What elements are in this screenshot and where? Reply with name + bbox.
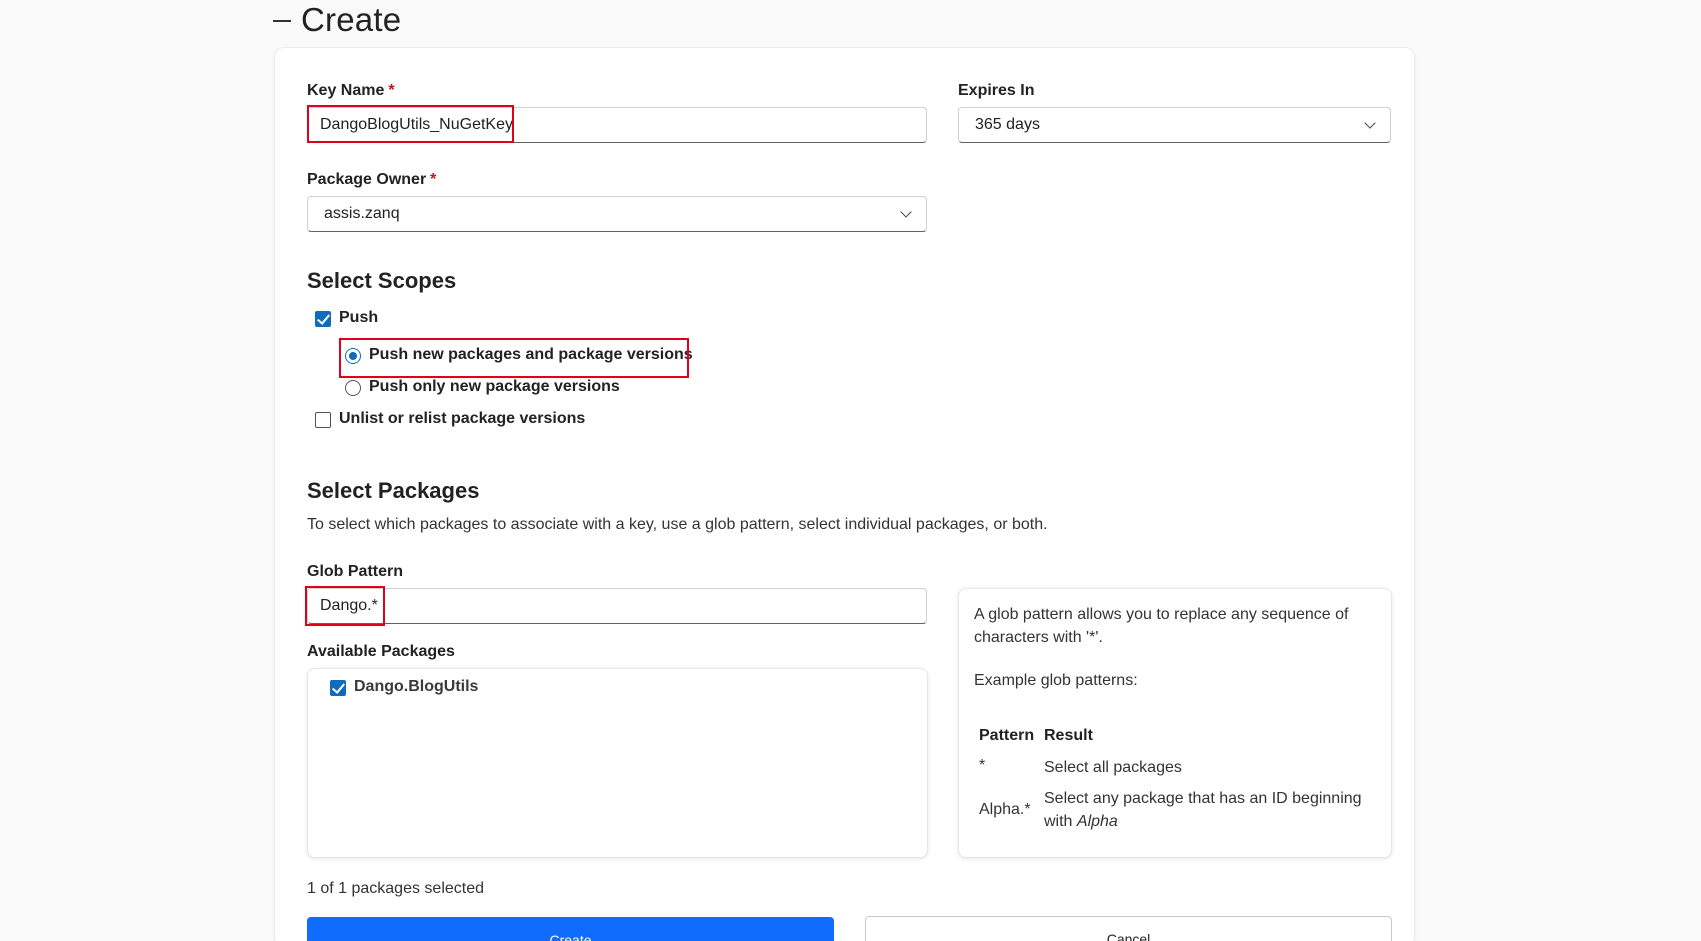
package-checkbox[interactable] [330,680,346,696]
pattern-cell: Alpha.* [979,801,1031,818]
package-item-label: Dango.BlogUtils [354,678,479,695]
glob-pattern-label: Glob Pattern [307,563,404,580]
pattern-column-header: Pattern [979,727,1035,744]
glob-help-panel: A glob pattern allows you to replace any… [958,588,1392,858]
available-packages-list[interactable]: Dango.BlogUtils [307,668,928,858]
package-owner-select[interactable]: assis.zanq [307,196,927,232]
push-only-versions-radio[interactable] [345,380,361,396]
glob-pattern-value: Dango.* [320,597,378,614]
glob-pattern-input[interactable]: Dango.* [307,588,927,624]
glob-help-intro: A glob pattern allows you to replace any… [974,606,1349,646]
required-mark: * [430,171,437,188]
unlist-label: Unlist or relist package versions [339,410,586,427]
required-mark: * [388,82,395,99]
create-button[interactable]: Create [307,917,834,941]
result-column-header: Result [1044,727,1093,744]
section-header[interactable]: Create [273,0,401,40]
result-cell: Select all packages [1044,759,1182,776]
create-key-card: Key Name * DangoBlogUtils_NuGetKey Expire… [274,47,1415,941]
push-new-packages-radio[interactable] [345,348,361,364]
package-owner-label: Package Owner * [307,171,436,189]
package-owner-value: assis.zanq [324,205,400,222]
key-name-label: Key Name * [307,82,395,100]
expires-in-label: Expires In [958,82,1035,99]
chevron-down-icon [900,206,912,218]
available-packages-label: Available Packages [307,643,455,660]
expires-in-select[interactable]: 365 days [958,107,1391,143]
result-cell: Select any package that has an ID beginn… [1044,787,1364,833]
select-packages-heading: Select Packages [307,478,480,503]
result-emphasis: Alpha [1076,813,1118,830]
expires-in-value: 365 days [975,116,1040,133]
select-scopes-heading: Select Scopes [307,268,457,293]
push-new-packages-label: Push new packages and package versions [369,346,693,363]
push-label: Push [339,309,379,326]
push-only-versions-label: Push only new package versions [369,378,620,395]
key-name-label-text: Key Name [307,82,385,99]
key-name-input[interactable]: DangoBlogUtils_NuGetKey [307,107,927,143]
push-checkbox[interactable] [315,311,331,327]
collapse-icon[interactable] [273,20,291,22]
pattern-cell: * [979,757,986,774]
page: Create Key Name * DangoBlogUtils_NuGetKey… [0,0,1701,941]
unlist-checkbox[interactable] [315,412,331,428]
package-owner-label-text: Package Owner [307,171,427,188]
select-packages-description: To select which packages to associate wi… [307,516,1048,533]
key-name-value: DangoBlogUtils_NuGetKey [320,116,513,133]
section-title: Create [301,1,402,38]
cancel-button[interactable]: Cancel [865,916,1392,941]
packages-selected-count: 1 of 1 packages selected [307,880,485,897]
chevron-down-icon [1364,117,1376,129]
glob-help-examples-title: Example glob patterns: [974,672,1138,689]
